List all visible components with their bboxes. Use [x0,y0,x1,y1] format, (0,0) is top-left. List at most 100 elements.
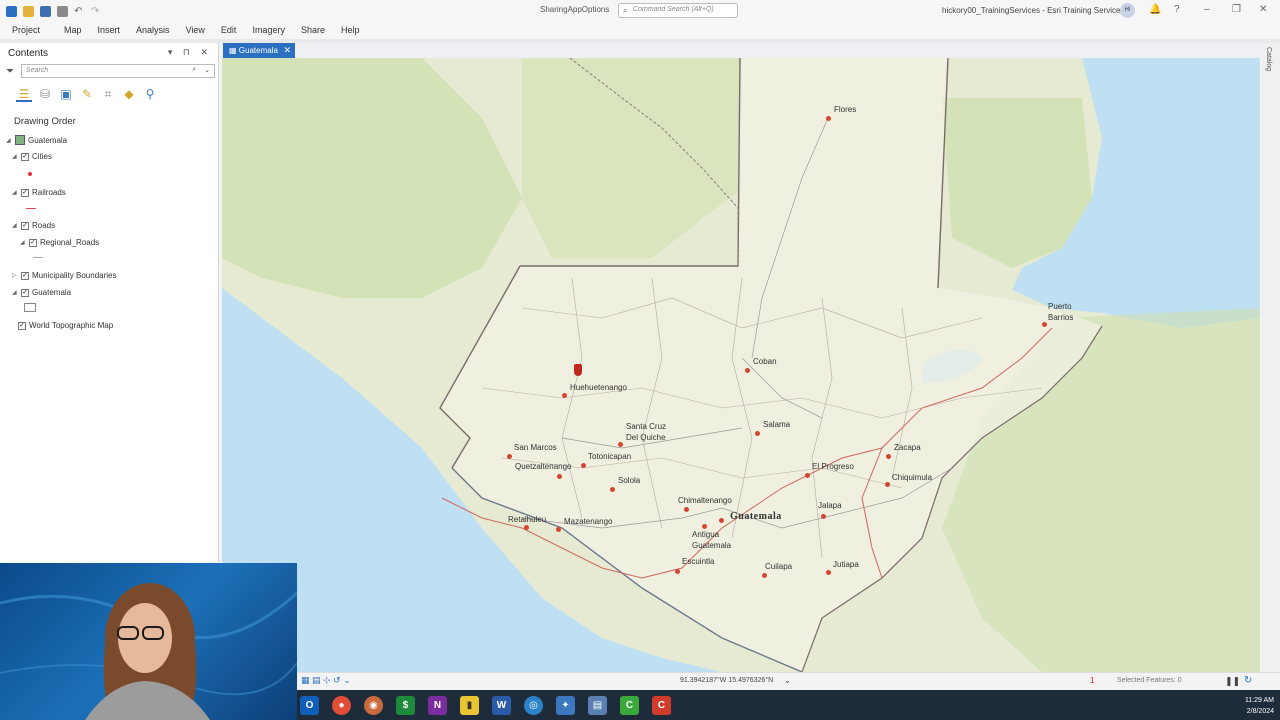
visibility-checkbox[interactable]: ✓ [18,321,26,330]
layer-cities[interactable]: ◢ ✓ Cities [12,152,52,161]
list-by-perspective-icon[interactable]: ⚲ [142,86,158,102]
tab-imagery[interactable]: Imagery [244,22,293,39]
city-marker-mazatenango[interactable] [556,527,561,532]
city-marker-guatemala-city[interactable] [719,518,724,523]
chrome-icon[interactable]: ● [332,696,351,715]
city-marker-chimaltenango[interactable] [684,507,689,512]
tab-map[interactable]: Map [56,22,90,39]
tab-insert[interactable]: Insert [90,22,129,39]
visibility-checkbox[interactable]: ✓ [21,221,29,230]
city-marker-escuintla[interactable] [675,569,680,574]
visibility-checkbox[interactable]: ✓ [21,188,29,197]
tab-help[interactable]: Help [333,22,368,39]
expand-icon[interactable]: ◢ [12,289,18,296]
error-count[interactable]: 1 [1090,676,1094,685]
city-marker-retalhuleu[interactable] [524,525,529,530]
camtasia-icon[interactable]: C [620,696,639,715]
layer-map-guatemala[interactable]: ◢ Guatemala [6,135,67,145]
minimize-icon[interactable]: – [1204,4,1210,15]
contents-search-input[interactable]: Search ⌕ ⌄ [21,64,215,78]
layer-railroads[interactable]: ◢ ✓ Railroads [12,188,66,197]
arcgis-tool-icon[interactable]: ✦ [556,696,575,715]
visibility-checkbox[interactable]: ✓ [29,238,37,247]
settings-icon[interactable] [57,5,68,17]
system-clock[interactable]: 11:29 AM 2/8/2024 [1245,695,1274,717]
close-tab-icon[interactable]: ✕ [283,45,291,56]
layer-world-topographic-map[interactable]: ✓ World Topographic Map [18,321,113,330]
new-project-icon[interactable] [6,5,17,17]
city-marker-quetzaltenango[interactable] [557,474,562,479]
city-marker-totonicapan[interactable] [581,463,586,468]
word-icon[interactable]: W [492,696,511,715]
city-marker-san-marcos[interactable] [507,454,512,459]
outlook-icon[interactable]: O [300,696,319,715]
catalog-pane-collapsed[interactable]: Catalog [1262,43,1280,673]
expand-icon[interactable]: ◢ [12,189,18,196]
paint-icon[interactable]: ◉ [364,696,383,715]
signed-in-user[interactable]: hickory00_TrainingServices - Esri Traini… [942,6,1124,15]
save-icon[interactable] [40,5,51,17]
pause-drawing-icon[interactable]: ❚❚ [1225,676,1240,687]
city-marker-cuilapa[interactable] [762,573,767,578]
arcgis-pro-icon[interactable]: ◎ [524,696,543,715]
tab-project[interactable]: Project [4,22,48,39]
files-icon[interactable]: ▤ [588,696,607,715]
tab-analysis[interactable]: Analysis [128,22,178,39]
maximize-icon[interactable]: ❐ [1232,4,1241,15]
tab-map-guatemala[interactable]: ▦ Guatemala ✕ [223,43,295,58]
city-marker-el-progreso[interactable] [805,473,810,478]
sticky-notes-icon[interactable]: ▮ [460,696,479,715]
layer-municipality-boundaries[interactable]: ▷ ✓ Municipality Boundaries [12,271,117,280]
filter-icon[interactable]: ⏷ [6,66,14,77]
visibility-checkbox[interactable]: ✓ [21,271,29,280]
visibility-checkbox[interactable]: ✓ [21,288,29,297]
expand-icon[interactable]: ◢ [6,137,12,144]
layer-roads[interactable]: ◢ ✓ Roads [12,221,55,230]
notification-icon[interactable]: 🔔 [1149,4,1161,15]
undo-icon[interactable]: ↶ [74,6,85,17]
onenote-icon[interactable]: N [428,696,447,715]
list-by-selection-icon[interactable]: ▣ [58,86,74,102]
navigation-tools-icon[interactable]: ▦ ▤ ⊹ ↺ ⌄ [301,675,351,686]
expand-icon[interactable]: ▷ [12,272,18,279]
money-icon[interactable]: $ [396,696,415,715]
list-by-snapping-icon[interactable]: ⌗ [100,86,116,102]
list-by-editing-icon[interactable]: ✎ [79,86,95,102]
city-marker-chiquimula[interactable] [885,482,890,487]
map-view[interactable]: Flores Puerto Barrios Coban Huehuetenang… [222,58,1260,672]
city-marker-salama[interactable] [755,431,760,436]
pane-options-icon[interactable]: ▾ ⊓ ✕ [168,47,212,58]
city-marker-puerto-barrios[interactable] [1042,322,1047,327]
redo-icon[interactable]: ↷ [91,6,102,17]
city-marker-huehuetenango[interactable] [562,393,567,398]
city-marker-jutiapa[interactable] [826,570,831,575]
city-marker-jalapa[interactable] [821,514,826,519]
city-marker-zacapa[interactable] [886,454,891,459]
visibility-checkbox[interactable]: ✓ [21,152,29,161]
open-project-icon[interactable] [23,5,34,17]
command-search-input[interactable]: ⌕ Command Search (Alt+Q) [618,3,738,18]
help-icon[interactable]: ? [1174,4,1180,15]
recorder-icon[interactable]: C [652,696,671,715]
list-by-labeling-icon[interactable]: ◆ [121,86,137,102]
refresh-icon[interactable]: ↻ [1244,675,1252,686]
layer-regional-roads[interactable]: ◢ ✓ Regional_Roads [20,238,99,247]
city-marker-solola[interactable] [610,487,615,492]
avatar[interactable]: HI [1120,3,1135,18]
expand-icon[interactable]: ◢ [12,222,18,229]
tab-edit[interactable]: Edit [213,22,245,39]
chevron-down-icon[interactable]: ⌄ [784,676,791,685]
search-icon[interactable]: ⌕ [192,66,196,74]
tab-view[interactable]: View [178,22,213,39]
tab-share[interactable]: Share [293,22,333,39]
close-icon[interactable]: ✕ [1259,4,1267,15]
city-marker-flores[interactable] [826,116,831,121]
chevron-down-icon[interactable]: ⌄ [204,66,210,74]
expand-icon[interactable]: ◢ [12,153,18,160]
expand-icon[interactable]: ◢ [20,239,26,246]
city-marker-coban[interactable] [745,368,750,373]
layer-guatemala[interactable]: ◢ ✓ Guatemala [12,288,71,297]
city-marker-santa-cruz[interactable] [618,442,623,447]
list-by-drawing-order-icon[interactable]: ☰ [16,86,32,102]
list-by-source-icon[interactable]: ⛁ [37,86,53,102]
